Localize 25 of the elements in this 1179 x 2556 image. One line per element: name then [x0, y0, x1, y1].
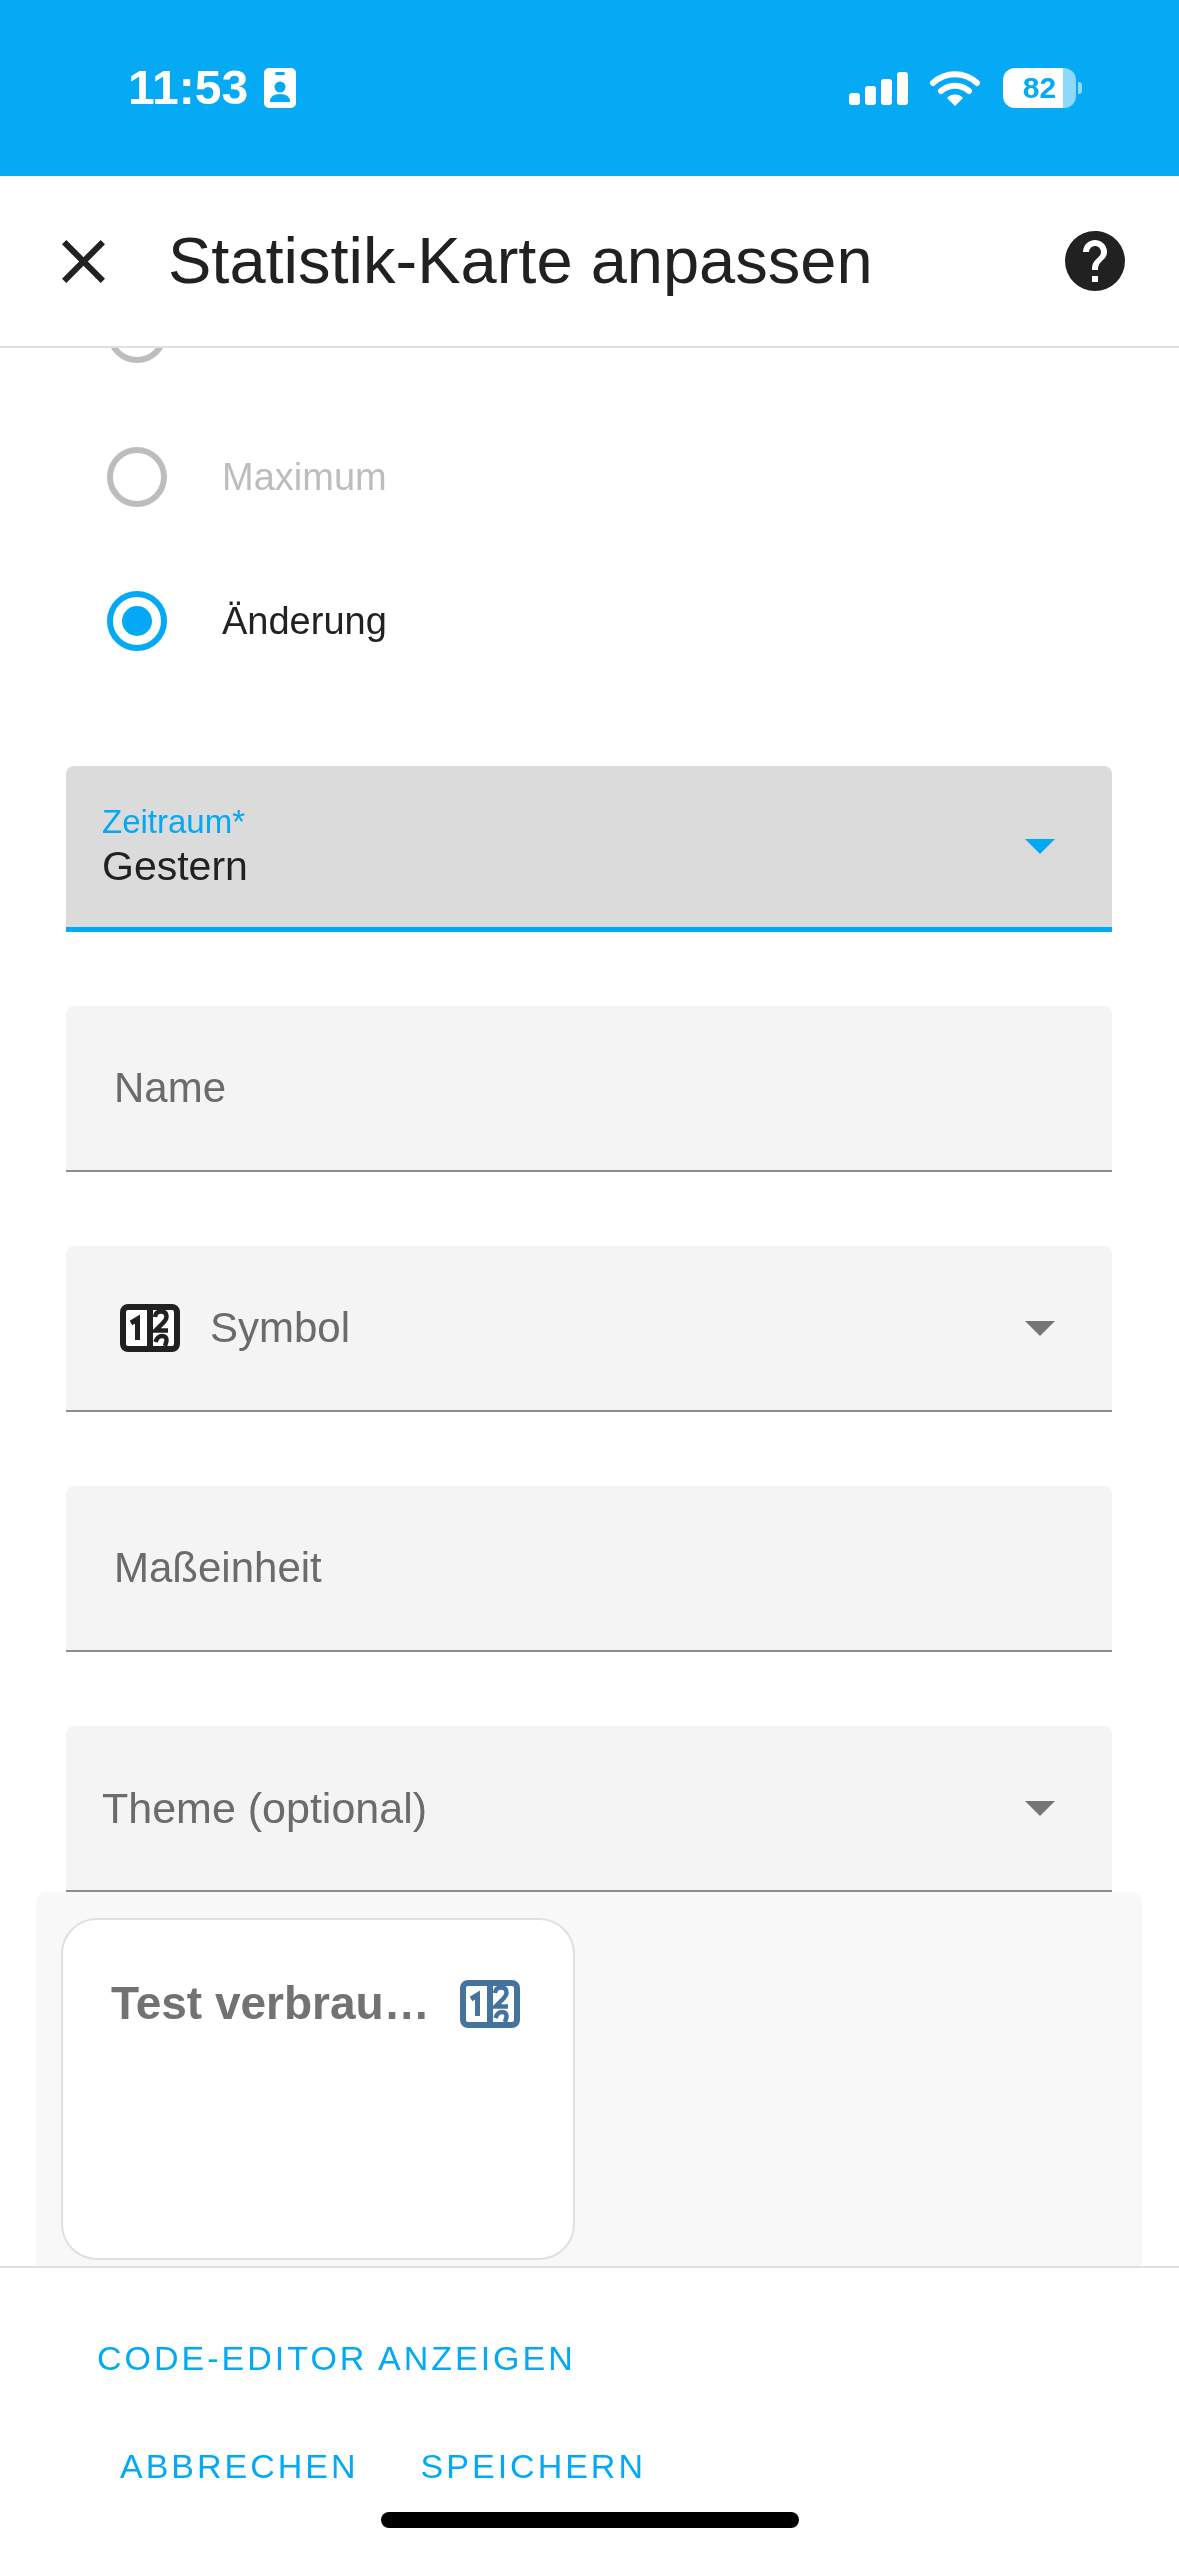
- icon-picker-field[interactable]: Symbol: [66, 1246, 1112, 1412]
- text-field[interactable]: Maßeinheit: [66, 1486, 1112, 1652]
- dropdown-field[interactable]: Zeitraum* Gestern: [66, 766, 1112, 932]
- dropdown-caret-icon[interactable]: [1025, 1800, 1055, 1816]
- cancel-button[interactable]: ABBRECHEN: [96, 2431, 383, 2501]
- radio-label: Maximum: [222, 455, 387, 499]
- help-icon[interactable]: [1065, 231, 1125, 291]
- dialog-title: Statistik-Karte anpassen: [168, 223, 873, 299]
- card-title: Test verbrau…: [111, 1980, 430, 2026]
- text-field[interactable]: Name: [66, 1006, 1112, 1172]
- wifi-icon: [929, 70, 981, 106]
- dropdown-caret-icon[interactable]: [1025, 1320, 1055, 1336]
- signal-icon: [849, 71, 908, 105]
- preview-card[interactable]: Test verbrau…: [61, 1918, 575, 2260]
- status-time: 11:53: [128, 64, 249, 112]
- code-editor-button[interactable]: CODE-EDITOR ANZEIGEN: [73, 2323, 600, 2393]
- id-card-icon: [264, 68, 297, 108]
- counter-icon: [120, 1304, 180, 1352]
- counter-icon: [459, 1980, 520, 2028]
- battery-indicator: 82: [1003, 68, 1082, 108]
- close-icon[interactable]: [62, 239, 105, 283]
- radio-label: Änderung: [222, 599, 387, 643]
- save-button[interactable]: SPEICHERN: [396, 2431, 670, 2501]
- dropdown-field[interactable]: Theme (optional): [66, 1726, 1112, 1892]
- radio-button[interactable]: [107, 591, 167, 651]
